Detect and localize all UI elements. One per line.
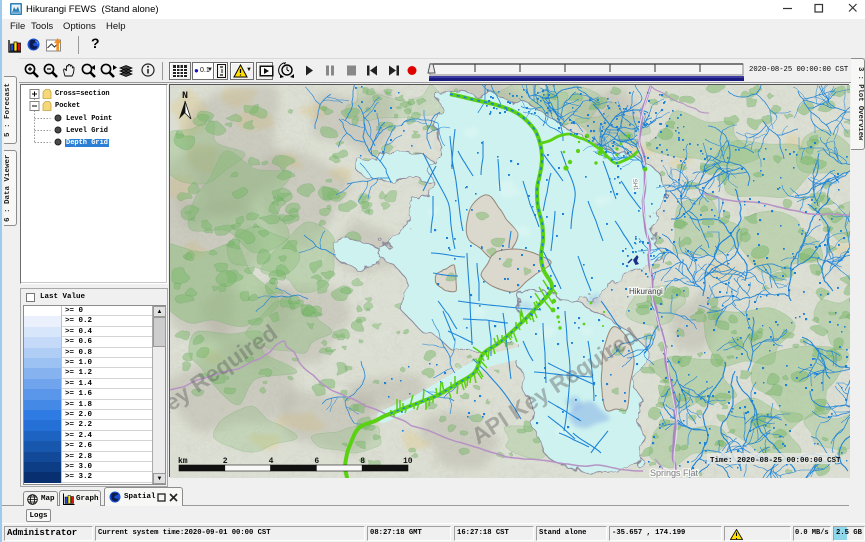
svg-text:4: 4 [269, 457, 274, 466]
svg-text:Time: 2020-08-25 00:00:00 CST: Time: 2020-08-25 00:00:00 CST [710, 457, 841, 465]
svg-text:Springs Flat: Springs Flat [650, 468, 699, 478]
svg-text:2: 2 [223, 457, 228, 466]
svg-text:km: km [178, 457, 188, 466]
svg-text:6: 6 [314, 457, 319, 466]
svg-text:10: 10 [403, 457, 413, 466]
svg-text:8: 8 [360, 457, 365, 466]
svg-text:N: N [182, 91, 188, 102]
svg-text:SH1: SH1 [631, 179, 638, 192]
svg-text:Hikurangi: Hikurangi [629, 287, 663, 296]
